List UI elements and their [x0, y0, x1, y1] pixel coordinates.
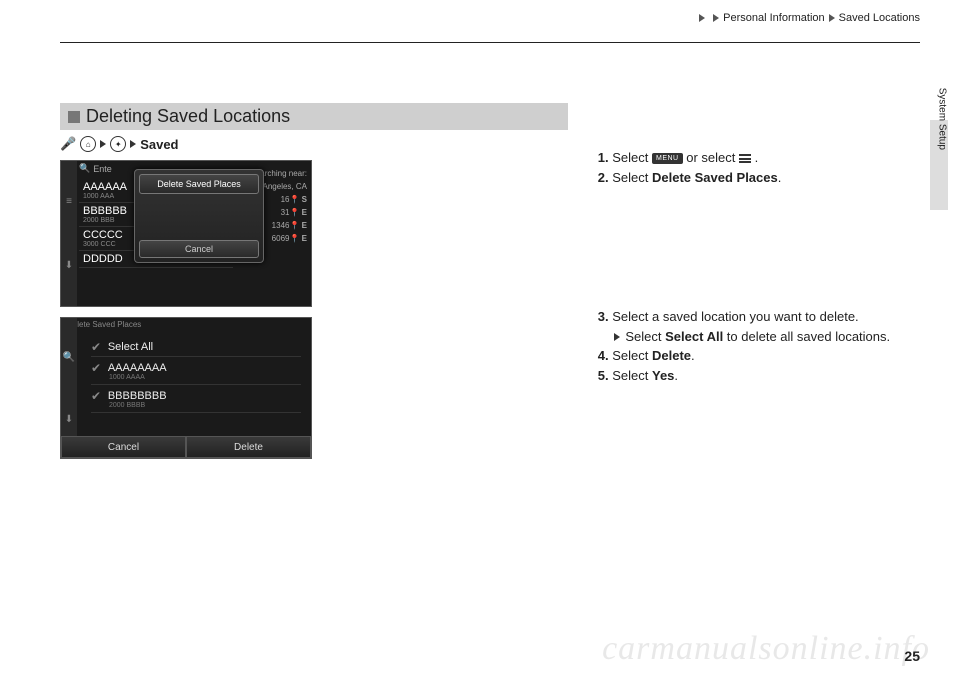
row-distance: 1346	[272, 221, 290, 230]
search-placeholder: Ente	[93, 164, 112, 174]
row-direction: E	[302, 221, 307, 230]
step-3: 3. Select a saved location you want to d…	[598, 308, 920, 326]
nav-circle-icon: ✦	[110, 136, 126, 152]
chevron-right-icon	[699, 14, 705, 22]
popup-menu: Delete Saved Places Cancel	[134, 169, 264, 263]
section-title: Deleting Saved Locations	[86, 106, 290, 127]
search-icon: 🔍	[63, 352, 75, 363]
section-heading: Deleting Saved Locations	[60, 103, 568, 130]
screenshot-delete-saved-places: Delete Saved Places 🔍 ⬇ ✔ Select All ✔ A…	[60, 317, 312, 459]
list-item[interactable]: ✔ BBBBBBBB 2000 BBBB	[91, 385, 301, 413]
step-2: 2. Select Delete Saved Places.	[598, 169, 920, 187]
checkmark-icon: ✔	[91, 340, 101, 354]
screenshot-delete-list: ✔ Select All ✔ AAAAAAAA 1000 AAAA ✔ BBBB…	[91, 336, 301, 413]
watermark: carmanualsonline.info	[602, 630, 930, 668]
list-item[interactable]: ✔ AAAAAAAA 1000 AAAA	[91, 357, 301, 385]
step-text: Select	[612, 170, 652, 185]
cancel-button[interactable]: Cancel	[61, 436, 186, 458]
list-item-title: Select All	[108, 341, 153, 353]
row-direction: E	[302, 234, 307, 243]
step-text: Select	[612, 368, 652, 383]
list-item-subtitle: 1000 AAAA	[109, 374, 301, 381]
chevron-right-icon	[614, 333, 620, 341]
chevron-right-icon	[130, 140, 136, 148]
row-distance: 6069	[272, 234, 290, 243]
square-bullet-icon	[68, 111, 80, 123]
checkmark-icon: ✔	[91, 389, 101, 403]
step-text: or select	[686, 150, 739, 165]
step-bold: Yes	[652, 368, 674, 383]
list-item-subtitle: 2000 BBBB	[109, 402, 301, 409]
step-3-sub: Select Select All to delete all saved lo…	[614, 328, 920, 346]
row-distance: 31	[281, 208, 290, 217]
breadcrumb-item: Saved Locations	[839, 12, 920, 24]
chevron-right-icon	[100, 140, 106, 148]
step-text: Select a saved location you want to dele…	[612, 309, 858, 324]
step-bold: Select All	[665, 329, 723, 344]
down-arrow-icon: ⬇	[65, 260, 73, 271]
search-icon: 🔍	[79, 163, 90, 174]
step-5: 5. Select Yes.	[598, 367, 920, 385]
voice-icon: 🎤	[60, 136, 76, 152]
row-direction: S	[302, 195, 307, 204]
control-path: 🎤 ⌂ ✦ Saved	[60, 136, 568, 152]
menu-icon: ≡	[66, 196, 72, 207]
down-arrow-icon: ⬇	[65, 414, 73, 425]
step-text: Select	[612, 150, 652, 165]
screenshot-title: Delete Saved Places	[67, 320, 141, 329]
breadcrumb: Personal Information Saved Locations	[60, 12, 920, 24]
screenshot-saved-places-menu: ≡ ⬇ 🔍 Ente Searching near: Los Angeles, …	[60, 160, 312, 307]
list-item[interactable]: ✔ Select All	[91, 336, 301, 357]
screenshot-bottom-buttons: Cancel Delete	[61, 436, 311, 458]
step-4: 4. Select Delete.	[598, 347, 920, 365]
hamburger-icon	[739, 153, 751, 165]
checkmark-icon: ✔	[91, 361, 101, 375]
step-text: .	[755, 150, 759, 165]
menu-button-icon: MENU	[652, 153, 683, 164]
navpath-saved-label: Saved	[140, 137, 178, 152]
list-item-title: BBBBBBBB	[108, 390, 167, 402]
step-text: .	[778, 170, 782, 185]
step-text: Select	[625, 329, 665, 344]
chapter-tab-label: System Setup	[936, 88, 947, 150]
breadcrumb-item: Personal Information	[723, 12, 825, 24]
step-bold: Delete	[652, 348, 691, 363]
screenshot-search-bar: 🔍 Ente	[79, 163, 112, 174]
step-text: .	[674, 368, 678, 383]
delete-button[interactable]: Delete	[186, 436, 311, 458]
step-1: 1. Select MENU or select .	[598, 149, 920, 167]
divider	[60, 42, 920, 43]
row-direction: E	[302, 208, 307, 217]
home-circle-icon: ⌂	[80, 136, 96, 152]
step-text: .	[691, 348, 695, 363]
delete-saved-places-option[interactable]: Delete Saved Places	[139, 174, 259, 194]
manual-page: Personal Information Saved Locations Sys…	[0, 0, 960, 678]
list-item-title: AAAAAAAA	[108, 362, 167, 374]
step-text: Select	[612, 348, 652, 363]
step-text: to delete all saved locations.	[723, 329, 890, 344]
chevron-right-icon	[829, 14, 835, 22]
page-number: 25	[904, 648, 920, 664]
step-bold: Delete Saved Places	[652, 170, 778, 185]
chevron-right-icon	[713, 14, 719, 22]
row-distance: 16	[281, 195, 290, 204]
screenshot-sidebar: ≡ ⬇	[61, 161, 77, 306]
popup-cancel-button[interactable]: Cancel	[139, 240, 259, 258]
